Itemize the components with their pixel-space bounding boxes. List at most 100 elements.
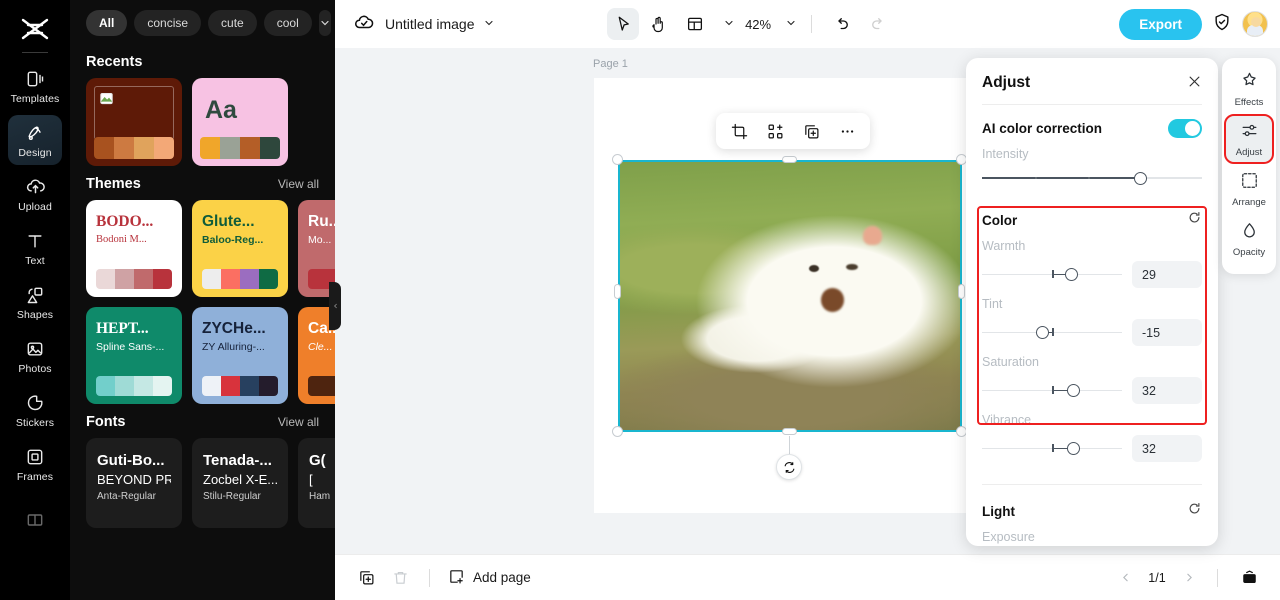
ai-color-correction-toggle[interactable] (1168, 119, 1202, 138)
sidebar-item-text[interactable]: Text (8, 223, 62, 273)
prev-page-button[interactable] (1113, 566, 1137, 590)
font-card[interactable]: G( [ Ham (298, 438, 335, 528)
filter-chip-concise[interactable]: concise (134, 10, 202, 36)
fonts-view-all-link[interactable]: View all (278, 415, 319, 429)
topbar-right: Export (1119, 8, 1268, 40)
zoom-level[interactable]: 42% (745, 17, 771, 32)
export-button[interactable]: Export (1119, 8, 1202, 40)
sidebar-item-frames[interactable]: Frames (8, 439, 62, 489)
sidebar-item-label: Upload (18, 200, 52, 213)
intensity-label: Intensity (982, 147, 1029, 161)
add-page-label: Add page (473, 570, 531, 585)
recent-card-text[interactable]: Aa (192, 78, 288, 166)
selected-image[interactable] (618, 160, 962, 432)
slider-knob[interactable] (1133, 171, 1147, 185)
resize-handle-left[interactable] (614, 284, 621, 299)
sidebar-item-photos[interactable]: Photos (8, 331, 62, 381)
font-card[interactable]: Guti-Bo... BEYOND PRO... Anta-Regular (86, 438, 182, 528)
duplicate-button[interactable] (796, 117, 826, 145)
capcut-logo-icon[interactable] (15, 12, 55, 46)
app-root: Templates Design Upload Text Shapes Phot… (0, 0, 1280, 600)
sidebar-item-design[interactable]: Design (8, 115, 62, 165)
layout-chevron-down-icon[interactable] (723, 17, 735, 32)
font-card[interactable]: Tenada-... Zocbel X-E... Stilu-Regular (192, 438, 288, 528)
sidebar-item-label: Frames (16, 470, 54, 483)
panel-collapse-handle[interactable] (329, 282, 341, 330)
theme-card-subtitle: ZY Alluring-... (202, 341, 265, 354)
sidebar-item-templates[interactable]: Templates (8, 61, 62, 111)
left-icon-rail: Templates Design Upload Text Shapes Phot… (0, 0, 70, 600)
photo-detail (820, 287, 845, 313)
text-icon (24, 230, 46, 252)
redo-button[interactable] (862, 8, 894, 40)
pages-panel-button[interactable] (1234, 563, 1264, 593)
slider-knob[interactable] (1065, 268, 1079, 281)
sidebar-item-more[interactable] (8, 495, 62, 545)
document-title[interactable]: Untitled image (385, 16, 475, 32)
cloud-saved-icon[interactable] (353, 11, 375, 38)
light-reset-icon[interactable] (1187, 501, 1202, 521)
theme-card-subtitle: Cle... (308, 341, 333, 354)
remove-bg-button[interactable] (760, 117, 790, 145)
upload-cloud-icon (24, 176, 46, 198)
chevron-down-icon[interactable] (483, 17, 495, 32)
frames-icon (24, 446, 46, 468)
sidebar-item-label: Text (25, 254, 45, 267)
tint-slider[interactable] (982, 326, 1122, 339)
crop-button[interactable] (724, 117, 754, 145)
filter-chip-all[interactable]: All (86, 10, 128, 36)
avatar[interactable] (1241, 11, 1268, 37)
resize-handle-top[interactable] (782, 156, 797, 163)
themes-view-all-link[interactable]: View all (278, 177, 319, 191)
vibrance-slider[interactable] (982, 442, 1122, 455)
intensity-slider[interactable] (982, 171, 1202, 185)
add-page-button[interactable]: Add page (448, 568, 531, 588)
slider-knob[interactable] (1066, 442, 1080, 455)
recent-card-image[interactable] (86, 78, 182, 166)
image-placeholder-icon (99, 91, 114, 111)
slider-knob[interactable] (1035, 326, 1049, 339)
vibrance-control: 32 (966, 435, 1218, 462)
recents-header: Recents (70, 44, 335, 78)
close-icon[interactable] (1187, 74, 1202, 92)
sidebar-item-shapes[interactable]: Shapes (8, 277, 62, 327)
font-card-line2: [ (309, 472, 313, 487)
layout-tool-button[interactable] (679, 8, 711, 40)
resize-handle-bottom[interactable] (782, 428, 797, 435)
filter-chip-cool[interactable]: cool (263, 10, 312, 36)
delete-page-button[interactable] (385, 563, 415, 593)
next-page-button[interactable] (1177, 566, 1201, 590)
theme-card[interactable]: Glute... Baloo-Reg... (192, 200, 288, 297)
saturation-slider[interactable] (982, 384, 1122, 397)
chevron-down-icon[interactable] (318, 10, 331, 36)
slider-knob[interactable] (1066, 384, 1080, 397)
shield-check-icon[interactable] (1212, 12, 1232, 37)
resize-handle-right[interactable] (958, 284, 965, 299)
right-rail-item-effects[interactable]: Effects (1226, 66, 1272, 112)
more-button[interactable] (832, 117, 862, 145)
right-rail-label: Arrange (1232, 196, 1266, 208)
sidebar-item-stickers[interactable]: Stickers (8, 385, 62, 435)
theme-card[interactable]: ZYCHe... ZY Alluring-... (192, 307, 288, 404)
fonts-row: Guti-Bo... BEYOND PRO... Anta-Regular Te… (70, 438, 335, 528)
vibrance-value[interactable]: 32 (1132, 435, 1202, 462)
undo-button[interactable] (826, 8, 858, 40)
adjust-panel: Adjust AI color correction Intensity Col… (966, 58, 1218, 546)
theme-card[interactable]: BODO... Bodoni M... (86, 200, 182, 297)
theme-card[interactable]: HEPT... Spline Sans-... (86, 307, 182, 404)
resize-handle-bl[interactable] (612, 426, 623, 437)
hand-tool-button[interactable] (643, 8, 675, 40)
filter-chip-cute[interactable]: cute (208, 10, 257, 36)
font-card-line3: Ham (309, 491, 331, 502)
section-title: Recents (86, 54, 143, 70)
sidebar-item-upload[interactable]: Upload (8, 169, 62, 219)
right-rail-item-adjust[interactable]: Adjust (1224, 114, 1274, 164)
select-tool-button[interactable] (607, 8, 640, 40)
right-rail-item-arrange[interactable]: Arrange (1226, 166, 1272, 212)
warmth-slider[interactable] (982, 268, 1122, 281)
duplicate-page-button[interactable] (351, 563, 381, 593)
rotate-handle[interactable] (776, 454, 802, 480)
zoom-chevron-down-icon[interactable] (785, 17, 797, 32)
right-rail-item-opacity[interactable]: Opacity (1226, 216, 1272, 262)
resize-handle-tl[interactable] (612, 154, 623, 165)
